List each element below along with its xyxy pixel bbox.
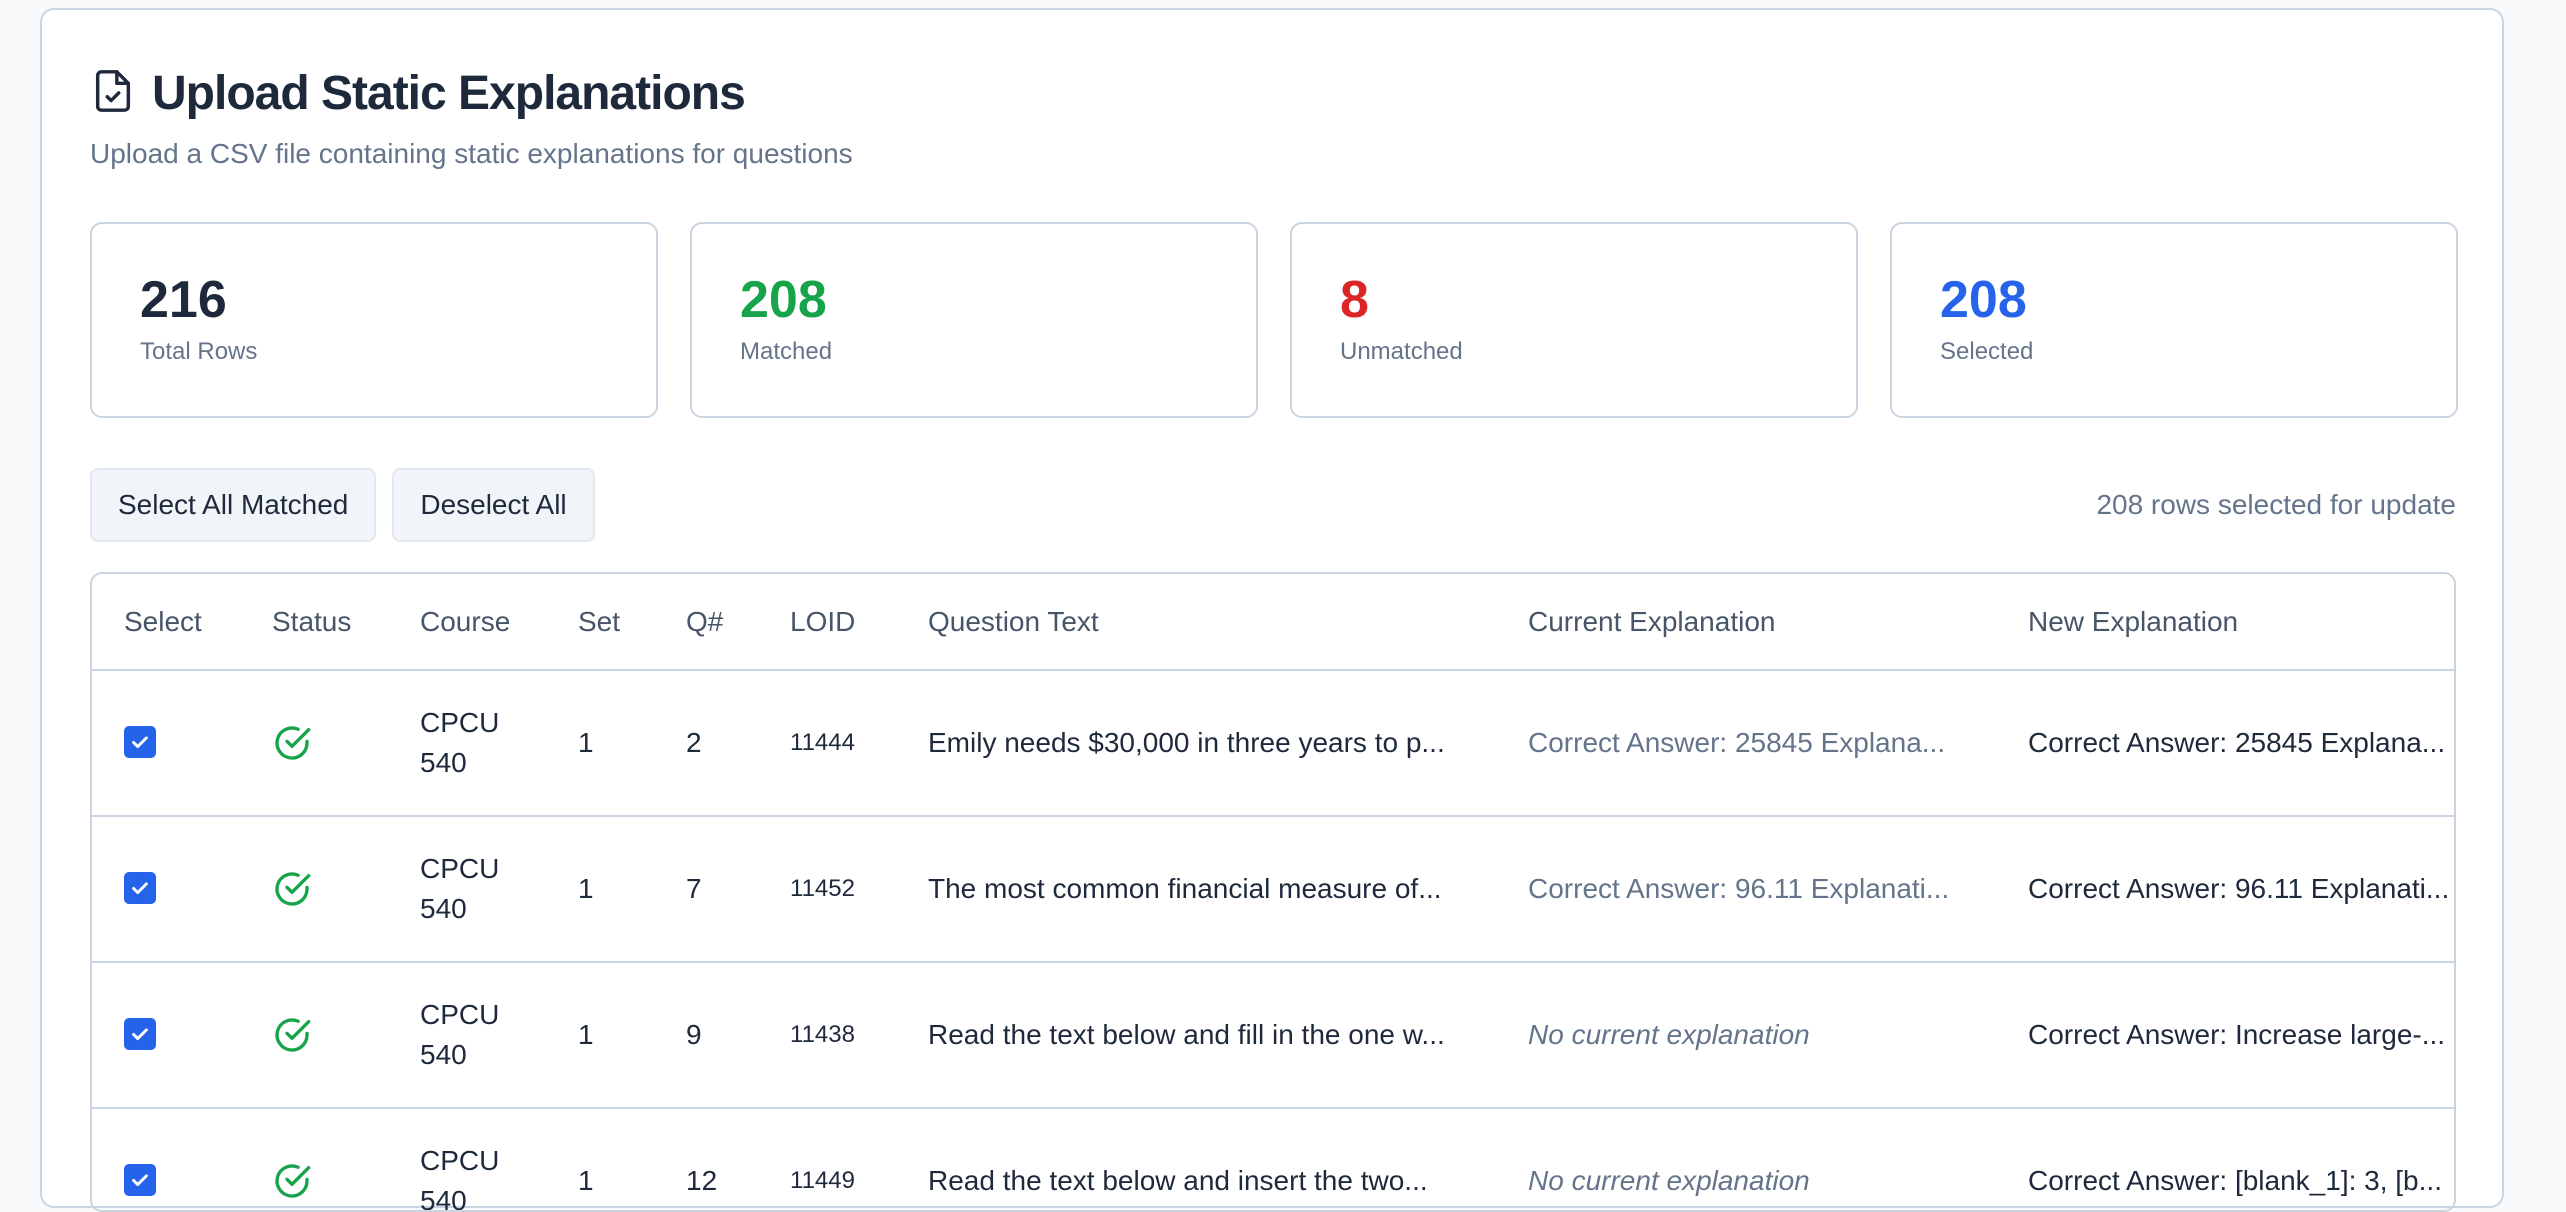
- row-checkbox[interactable]: [124, 1164, 156, 1196]
- stat-unmatched: 8 Unmatched: [1290, 222, 1858, 418]
- table-header-row: Select Status Course Set Q# LOID Questio…: [92, 574, 2454, 671]
- page-header: Upload Static Explanations: [90, 66, 746, 121]
- check-circle-icon: [272, 1015, 388, 1055]
- question-number-cell: 2: [654, 670, 758, 817]
- loid-cell: 11438: [758, 962, 896, 1109]
- table-row[interactable]: CPCU 540 1 9 11438 Read the text below and f…: [92, 962, 2454, 1109]
- current-explanation-cell: No current explanation: [1496, 1108, 1996, 1210]
- column-header-new-explanation[interactable]: New Explanation: [1996, 574, 2454, 671]
- select-cell: [92, 962, 240, 1109]
- column-header-loid[interactable]: LOID: [758, 574, 896, 671]
- table-row[interactable]: CPCU 540 1 7 11452 The most common financial…: [92, 816, 2454, 963]
- stat-label: Total Rows: [140, 338, 258, 365]
- question-number-cell: 9: [654, 962, 758, 1109]
- stat-label: Matched: [740, 338, 833, 365]
- stat-label: Selected: [1940, 338, 2034, 365]
- upload-card: Upload Static Explanations Upload a CSV …: [40, 8, 2504, 1212]
- row-checkbox[interactable]: [124, 1018, 156, 1050]
- set-cell: 1: [546, 670, 654, 817]
- stat-matched: 208 Matched: [690, 222, 1258, 418]
- current-explanation-cell: Correct Answer: 96.11 Explanati...: [1496, 816, 1996, 963]
- question-number-cell: 12: [654, 1108, 758, 1210]
- status-cell: [240, 962, 388, 1109]
- question-number-cell: 7: [654, 816, 758, 963]
- table-row[interactable]: CPCU 540 1 12 11449 Read the text below and …: [92, 1108, 2454, 1210]
- set-cell: 1: [546, 962, 654, 1109]
- row-checkbox[interactable]: [124, 872, 156, 904]
- column-header-status[interactable]: Status: [240, 574, 388, 671]
- stat-selected: 208 Selected: [1890, 222, 2458, 418]
- status-cell: [240, 816, 388, 963]
- question-text-cell: Read the text below and insert the two..…: [896, 1108, 1496, 1210]
- table-body: CPCU 540 1 2 11444 Emily needs $30,000 in th…: [92, 670, 2454, 1210]
- set-cell: 1: [546, 816, 654, 963]
- new-explanation-cell: Correct Answer: 25845 Explana...: [1996, 670, 2454, 817]
- deselect-all-button[interactable]: Deselect All: [392, 468, 595, 542]
- page-title: Upload Static Explanations: [152, 67, 746, 120]
- column-header-select[interactable]: Select: [92, 574, 240, 671]
- select-cell: [92, 1108, 240, 1210]
- column-header-question-number[interactable]: Q#: [654, 574, 758, 671]
- course-cell: CPCU 540: [388, 816, 546, 963]
- question-text-cell: The most common financial measure of...: [896, 816, 1496, 963]
- stat-total-rows: 216 Total Rows: [90, 222, 658, 418]
- new-explanation-cell: Correct Answer: 96.11 Explanati...: [1996, 816, 2454, 963]
- stat-label: Unmatched: [1340, 338, 1463, 365]
- loid-cell: 11449: [758, 1108, 896, 1210]
- file-check-icon: [90, 68, 136, 119]
- check-circle-icon: [272, 723, 388, 763]
- column-header-current-explanation[interactable]: Current Explanation: [1496, 574, 1996, 671]
- loid-cell: 11444: [758, 670, 896, 817]
- status-cell: [240, 670, 388, 817]
- selection-summary: 208 rows selected for update: [2096, 489, 2456, 520]
- check-circle-icon: [272, 1161, 388, 1201]
- check-icon: [129, 1023, 151, 1045]
- row-checkbox[interactable]: [124, 726, 156, 758]
- check-icon: [129, 731, 151, 753]
- stat-value: 216: [140, 271, 227, 329]
- check-icon: [129, 877, 151, 899]
- new-explanation-cell: Correct Answer: Increase large-...: [1996, 962, 2454, 1109]
- explanations-table: Select Status Course Set Q# LOID Questio…: [90, 572, 2456, 1212]
- column-header-set[interactable]: Set: [546, 574, 654, 671]
- check-icon: [129, 1169, 151, 1191]
- status-cell: [240, 1108, 388, 1210]
- select-cell: [92, 816, 240, 963]
- check-circle-icon: [272, 869, 388, 909]
- selection-toolbar: Select All Matched Deselect All 208 rows…: [90, 468, 2456, 542]
- set-cell: 1: [546, 1108, 654, 1210]
- course-cell: CPCU 540: [388, 1108, 546, 1210]
- select-all-matched-button[interactable]: Select All Matched: [90, 468, 377, 542]
- stat-value: 8: [1340, 271, 1369, 329]
- stat-value: 208: [1940, 271, 2027, 329]
- course-cell: CPCU 540: [388, 670, 546, 817]
- select-cell: [92, 670, 240, 817]
- current-explanation-cell: Correct Answer: 25845 Explana...: [1496, 670, 1996, 817]
- table-row[interactable]: CPCU 540 1 2 11444 Emily needs $30,000 in th…: [92, 670, 2454, 817]
- course-cell: CPCU 540: [388, 962, 546, 1109]
- loid-cell: 11452: [758, 816, 896, 963]
- question-text-cell: Read the text below and fill in the one …: [896, 962, 1496, 1109]
- question-text-cell: Emily needs $30,000 in three years to p.…: [896, 670, 1496, 817]
- page-subtitle: Upload a CSV file containing static expl…: [90, 138, 853, 169]
- stats-row: 216 Total Rows 208 Matched 8 Unmatched 2…: [90, 222, 2458, 418]
- column-header-course[interactable]: Course: [388, 574, 546, 671]
- column-header-question-text[interactable]: Question Text: [896, 574, 1496, 671]
- stat-value: 208: [740, 271, 827, 329]
- new-explanation-cell: Correct Answer: [blank_1]: 3, [b...: [1996, 1108, 2454, 1210]
- current-explanation-cell: No current explanation: [1496, 962, 1996, 1109]
